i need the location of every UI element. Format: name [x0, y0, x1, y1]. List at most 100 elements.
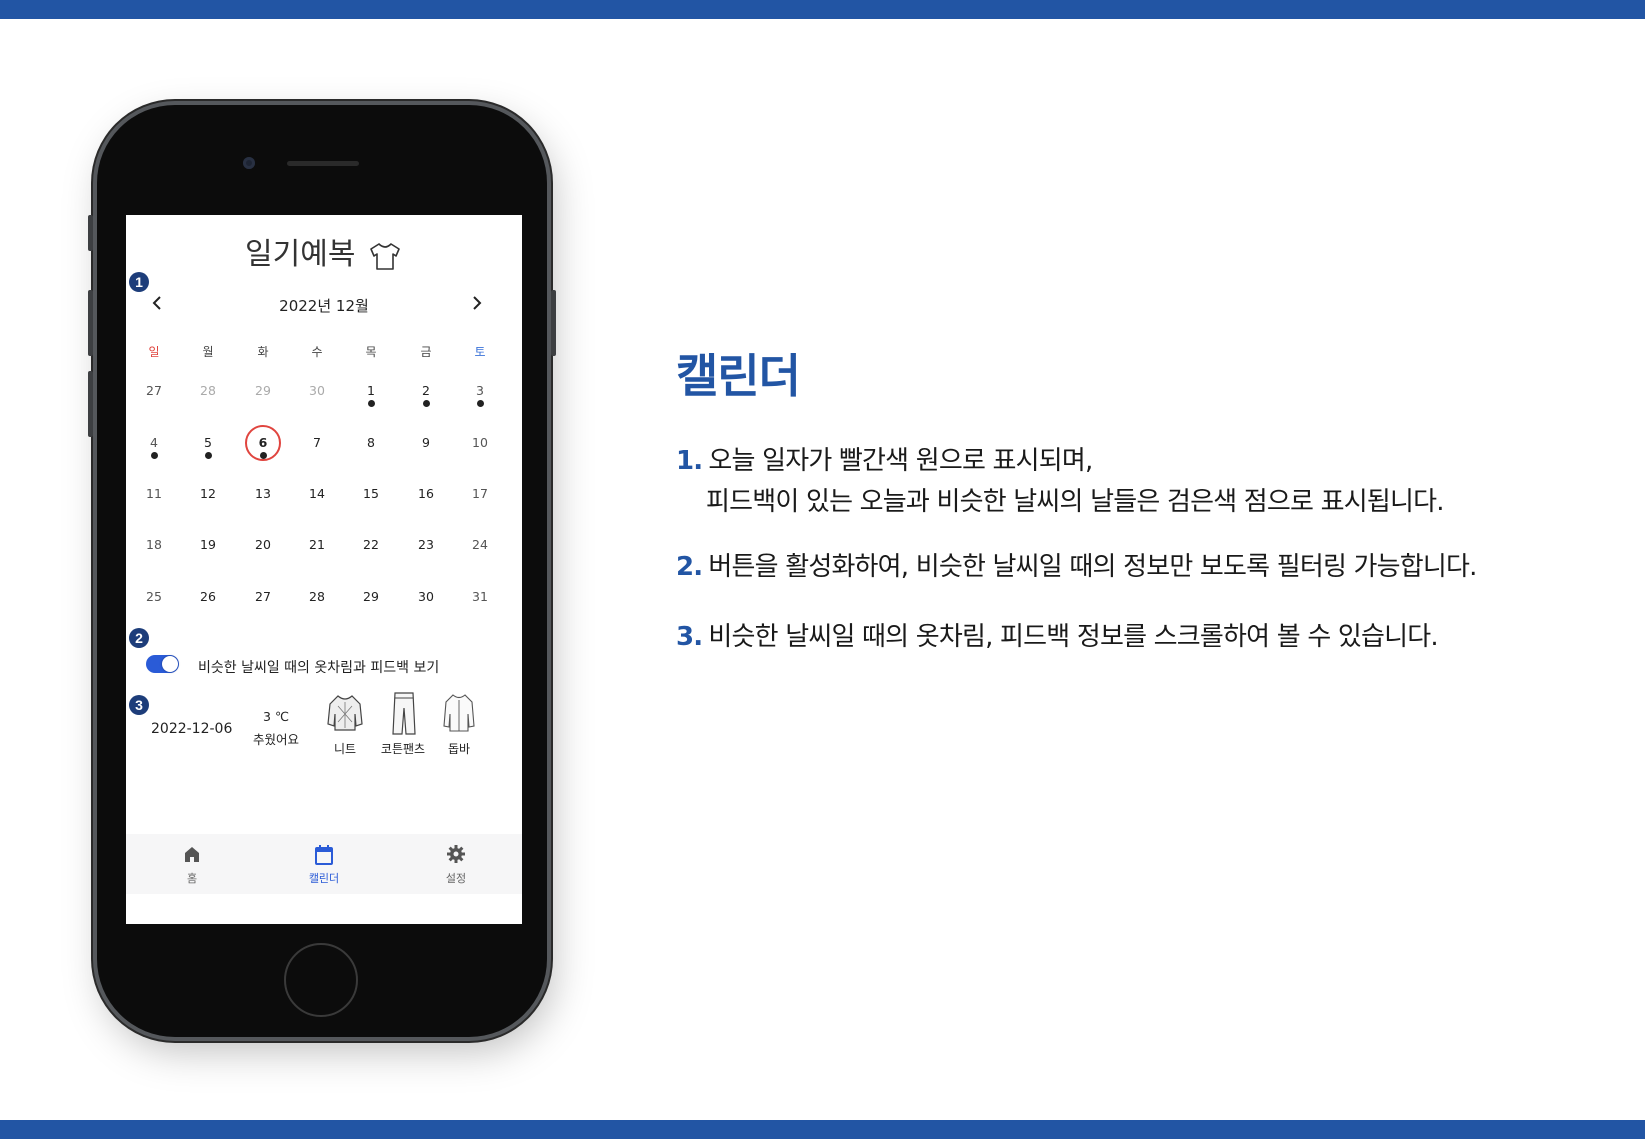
item-1-line-1: 오늘 일자가 빨간색 원으로 표시되며, [708, 446, 1093, 476]
calendar-day[interactable]: 9 [406, 435, 446, 450]
calendar-day[interactable]: 20 [243, 537, 283, 552]
tshirt-icon [370, 243, 400, 270]
app-title-text: 일기예복 [245, 237, 356, 272]
clothing-label-3: 돕바 [447, 742, 471, 756]
annotation-badge-3: 3 [129, 695, 149, 715]
similar-weather-toggle[interactable] [146, 655, 179, 673]
toggle-label: 비슷한 날씨일 때의 옷차림과 피드백 보기 [198, 660, 440, 676]
weekday-tue: 화 [257, 345, 269, 359]
weekday-sun: 일 [148, 345, 160, 359]
calendar-day[interactable]: 13 [243, 486, 283, 501]
feedback-dot-marker [151, 452, 158, 459]
tab-home[interactable]: 홈 [126, 834, 258, 894]
calendar-icon [315, 845, 333, 865]
calendar-day[interactable]: 24 [460, 537, 500, 552]
tab-calendar-label: 캘린더 [308, 872, 340, 885]
bottom-tab-bar: 홈 캘린더 설정 [126, 834, 522, 894]
toggle-knob [162, 656, 178, 672]
annotation-badge-2: 2 [129, 628, 149, 648]
earpiece-speaker [287, 161, 359, 166]
item-number-1: 1. [676, 446, 703, 476]
dopba-jacket-icon [443, 694, 475, 732]
feedback-dot-marker [368, 400, 375, 407]
calendar-day[interactable]: 8 [351, 435, 391, 450]
calendar-day[interactable]: 21 [297, 537, 337, 552]
calendar-day[interactable]: 19 [188, 537, 228, 552]
volume-down-button [88, 371, 93, 437]
weekday-fri: 금 [420, 345, 432, 359]
next-month-button[interactable] [470, 293, 484, 318]
calendar-day[interactable]: 26 [188, 589, 228, 604]
gear-icon [447, 845, 465, 863]
calendar-day[interactable]: 30 [297, 383, 337, 398]
weekday-mon: 월 [202, 345, 214, 359]
clothing-label-1: 니트 [333, 742, 357, 756]
item-3-line-1: 비슷한 날씨일 때의 옷차림, 피드백 정보를 스크롤하여 볼 수 있습니다. [708, 622, 1438, 652]
knit-sweater-icon [327, 695, 363, 731]
annotation-badge-1: 1 [129, 272, 149, 292]
home-icon [185, 847, 199, 862]
calendar-day[interactable]: 2 [406, 383, 446, 398]
calendar-day[interactable]: 16 [406, 486, 446, 501]
top-accent-bar [0, 0, 1645, 19]
description-item-3: 3. 비슷한 날씨일 때의 옷차림, 피드백 정보를 스크롤하여 볼 수 있습니다… [676, 616, 1439, 653]
calendar-day[interactable]: 23 [406, 537, 446, 552]
feedback-dot-marker [260, 452, 267, 459]
tab-home-label: 홈 [186, 872, 198, 885]
description-item-2: 2. 버튼을 활성화하여, 비슷한 날씨일 때의 정보만 보도록 필터링 가능합니… [676, 546, 1477, 583]
calendar-day[interactable]: 29 [351, 589, 391, 604]
calendar-day[interactable]: 14 [297, 486, 337, 501]
weekday-header: 일 월 화 수 목 금 토 [126, 343, 522, 363]
calendar-day[interactable]: 31 [460, 589, 500, 604]
tab-calendar[interactable]: 캘린더 [258, 834, 390, 894]
entry-feedback: 추웠어요 [252, 732, 299, 747]
item-2-line-1: 버튼을 활성화하여, 비슷한 날씨일 때의 정보만 보도록 필터링 가능합니다. [708, 552, 1477, 582]
calendar-day[interactable]: 25 [134, 589, 174, 604]
phone-mockup: 일기예복 1 2022년 12월 일 월 화 수 목 금 토 27 28 29 30 1… [88, 105, 556, 1037]
calendar-day[interactable]: 12 [188, 486, 228, 501]
feedback-dot-marker [477, 400, 484, 407]
calendar-day[interactable]: 27 [134, 383, 174, 398]
calendar-day[interactable]: 28 [188, 383, 228, 398]
item-1-line-2: 피드백이 있는 오늘과 비슷한 날씨의 날들은 검은색 점으로 표시됩니다. [706, 487, 1444, 517]
calendar-day[interactable]: 15 [351, 486, 391, 501]
weekday-wed: 수 [311, 345, 323, 359]
calendar-day[interactable]: 7 [297, 435, 337, 450]
item-number-3: 3. [676, 622, 703, 652]
calendar-day[interactable]: 10 [460, 435, 500, 450]
calendar-day[interactable]: 17 [460, 486, 500, 501]
calendar-day[interactable]: 4 [134, 435, 174, 450]
calendar-day[interactable]: 30 [406, 589, 446, 604]
calendar-day[interactable]: 18 [134, 537, 174, 552]
calendar-day[interactable]: 22 [351, 537, 391, 552]
calendar-day-today[interactable]: 6 [243, 435, 283, 450]
clothing-label-2: 코튼팬츠 [380, 742, 426, 756]
tab-settings[interactable]: 설정 [390, 834, 522, 894]
weekday-thu: 목 [365, 345, 377, 359]
calendar-day[interactable]: 27 [243, 589, 283, 604]
section-heading: 캘린더 [676, 349, 801, 403]
power-button [551, 290, 556, 356]
bottom-accent-bar [0, 1120, 1645, 1139]
app-logo: 일기예복 [126, 229, 522, 273]
feedback-dot-marker [205, 452, 212, 459]
weekday-sat: 토 [474, 345, 486, 359]
calendar-day[interactable]: 1 [351, 383, 391, 398]
item-number-2: 2. [676, 552, 703, 582]
entry-date[interactable]: 2022-12-06 [151, 721, 232, 737]
front-camera [243, 157, 255, 169]
home-button[interactable] [284, 943, 358, 1017]
cotton-pants-icon [392, 692, 416, 735]
entry-temperature: 3 ℃ [263, 709, 289, 724]
chevron-right-icon [473, 296, 482, 310]
description-item-1: 1. 오늘 일자가 빨간색 원으로 표시되며, 피드백이 있는 오늘과 비슷한 날… [676, 440, 1444, 518]
month-label: 2022년 12월 [279, 297, 369, 315]
calendar-day[interactable]: 11 [134, 486, 174, 501]
feedback-dot-marker [423, 400, 430, 407]
calendar-day[interactable]: 28 [297, 589, 337, 604]
calendar-day[interactable]: 5 [188, 435, 228, 450]
calendar-day[interactable]: 3 [460, 383, 500, 398]
mute-switch [88, 215, 93, 251]
calendar-day[interactable]: 29 [243, 383, 283, 398]
app-screen: 일기예복 1 2022년 12월 일 월 화 수 목 금 토 27 28 29 30 1… [126, 215, 522, 924]
